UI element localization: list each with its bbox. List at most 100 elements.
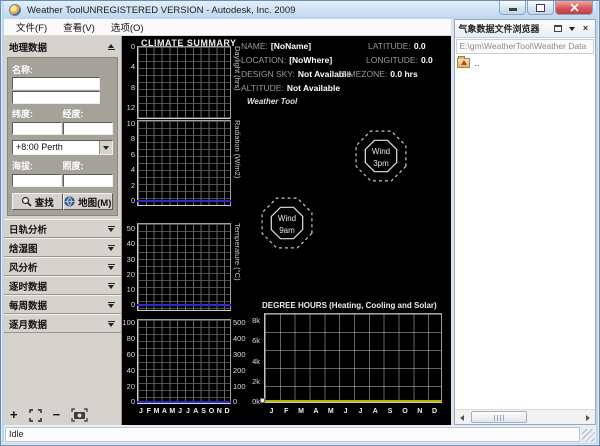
geo-data-section-header[interactable]: 地理数据 <box>4 36 121 57</box>
section-wind[interactable]: 风分析 <box>4 257 121 276</box>
expand-icon <box>108 320 115 327</box>
wind-rose-label: Wind <box>372 147 390 156</box>
section-monthly-data[interactable]: 逐月数据 <box>4 314 121 333</box>
browser-path-field[interactable]: E:\gm\WeatherTool\Weather Data <box>456 39 594 54</box>
longitude-input[interactable] <box>63 122 113 135</box>
y-tick-label: 0 <box>122 397 135 406</box>
map-button-label: 地图(M) <box>78 195 111 209</box>
chart-plot <box>137 120 231 206</box>
y-tick-label: 8k <box>238 316 260 325</box>
find-button[interactable]: 查找 <box>12 193 63 210</box>
section-label: 风分析 <box>9 260 38 274</box>
x-tick-label: J <box>176 408 184 415</box>
degree-hours-plot <box>264 313 442 403</box>
panel-float-button[interactable] <box>551 23 564 35</box>
climate-canvas: CLIMATE SUMMARY NAME:[NoName] LATITUDE:0… <box>122 36 451 425</box>
map-button[interactable]: 地图(M) <box>63 193 114 210</box>
x-tick-label: F <box>279 408 294 415</box>
menu-options[interactable]: 选项(O) <box>103 18 152 36</box>
info-longitude-row: LONGITUDE:0.0 <box>366 55 433 65</box>
longitude-label: 经度: <box>63 107 114 120</box>
globe-icon <box>64 196 75 207</box>
horizontal-scrollbar[interactable] <box>455 409 595 424</box>
degree-hours-title: DEGREE HOURS (Heating, Cooling and Solar… <box>262 301 437 310</box>
section-weekly-data[interactable]: 每周数据 <box>4 295 121 314</box>
wind-rose-9am: Wind 9am <box>255 191 319 255</box>
zoom-out-button[interactable]: − <box>53 408 61 422</box>
y-tick-label: 60 <box>122 350 135 359</box>
close-icon: × <box>583 24 588 33</box>
chevron-down-icon <box>103 146 109 150</box>
maximize-button[interactable] <box>527 1 554 15</box>
y-tick-label: 0 <box>122 196 135 205</box>
x-tick-label: O <box>208 408 216 415</box>
browser-file-list: .. <box>455 55 595 409</box>
list-item-label: .. <box>474 58 479 68</box>
statusbar: Idle <box>4 425 596 443</box>
resize-grip[interactable] <box>582 429 595 442</box>
timezone-value: +8:00 Perth <box>13 141 99 154</box>
snapshot-camera-button[interactable] <box>71 408 88 422</box>
content-row: 地理数据 名称: 纬度: 经度: <box>4 36 451 425</box>
zero-line <box>137 200 231 202</box>
zoom-in-button[interactable]: + <box>10 408 18 422</box>
y-tick-label: 10 <box>122 285 135 294</box>
name-input[interactable] <box>12 77 100 90</box>
illuminance-label: 照度: <box>63 159 114 172</box>
scrollbar-thumb[interactable] <box>471 411 527 423</box>
folder-up-icon <box>457 58 470 68</box>
illuminance-input[interactable] <box>63 174 113 187</box>
window-title: Weather ToolUNREGISTERED VERSION - Autod… <box>27 5 295 16</box>
chart-plot <box>137 46 231 119</box>
analysis-accordion: 日轨分析 焓湿图 风分析 逐时数据 <box>4 219 121 333</box>
panel-menu-button[interactable] <box>565 23 578 35</box>
caption-buttons <box>498 1 593 15</box>
name-input-2[interactable] <box>12 91 100 104</box>
wind-rose-3pm: Wind 3pm <box>349 124 413 188</box>
scroll-left-button[interactable] <box>455 411 469 424</box>
expand-icon <box>108 263 115 270</box>
section-psychrometric[interactable]: 焓湿图 <box>4 238 121 257</box>
latitude-input[interactable] <box>12 122 62 135</box>
arrow-right-icon <box>586 415 590 421</box>
scroll-right-button[interactable] <box>581 411 595 424</box>
menubar: 文件(F) 查看(V) 选项(O) <box>4 19 451 36</box>
info-timezone-row: TIMEZONE:0.0 hrs <box>341 69 418 79</box>
panel-close-button[interactable]: × <box>579 23 592 35</box>
expand-icon <box>108 301 115 308</box>
expand-icon <box>108 282 115 289</box>
close-button[interactable] <box>555 1 593 15</box>
altitude-input[interactable] <box>12 174 62 187</box>
x-tick-label: M <box>153 408 161 415</box>
section-hourly-data[interactable]: 逐时数据 <box>4 276 121 295</box>
menu-file[interactable]: 文件(F) <box>8 18 55 36</box>
browser-panel-title: 气象数据文件浏览器 <box>458 22 550 35</box>
info-altitude-row: ALTITUDE:Not Available <box>241 83 340 93</box>
y-tick-label: 0k <box>238 397 260 406</box>
section-label: 逐月数据 <box>9 317 47 331</box>
y-tick-label: 80 <box>122 334 135 343</box>
axis-label: Radiation (W/m2) <box>233 120 242 206</box>
collapse-icon[interactable] <box>108 44 115 51</box>
search-icon <box>21 196 32 207</box>
weather-data-browser-panel: 气象数据文件浏览器 × E:\gm\WeatherTool\Weather Da… <box>454 19 596 425</box>
timezone-dropdown-button[interactable] <box>99 141 112 154</box>
wind-rose-time: 9am <box>279 226 295 235</box>
float-window-icon <box>554 25 562 32</box>
minimize-button[interactable] <box>499 1 526 15</box>
find-button-label: 查找 <box>35 195 54 209</box>
x-tick-label: O <box>398 408 413 415</box>
timezone-select[interactable]: +8:00 Perth <box>12 140 113 155</box>
wind-rose-time: 3pm <box>373 159 389 168</box>
menu-view[interactable]: 查看(V) <box>55 18 103 36</box>
y-tick-label: 50 <box>122 224 135 233</box>
baseline-marker <box>260 398 265 403</box>
y-tick-label: 100 <box>122 318 135 327</box>
section-label: 焓湿图 <box>9 241 38 255</box>
x-tick-label: N <box>215 408 223 415</box>
zoom-fit-button[interactable] <box>29 409 42 422</box>
list-item-parent-folder[interactable]: .. <box>457 58 593 68</box>
section-label: 每周数据 <box>9 298 47 312</box>
latitude-label: 纬度: <box>12 107 63 120</box>
section-sun-path[interactable]: 日轨分析 <box>4 219 121 238</box>
